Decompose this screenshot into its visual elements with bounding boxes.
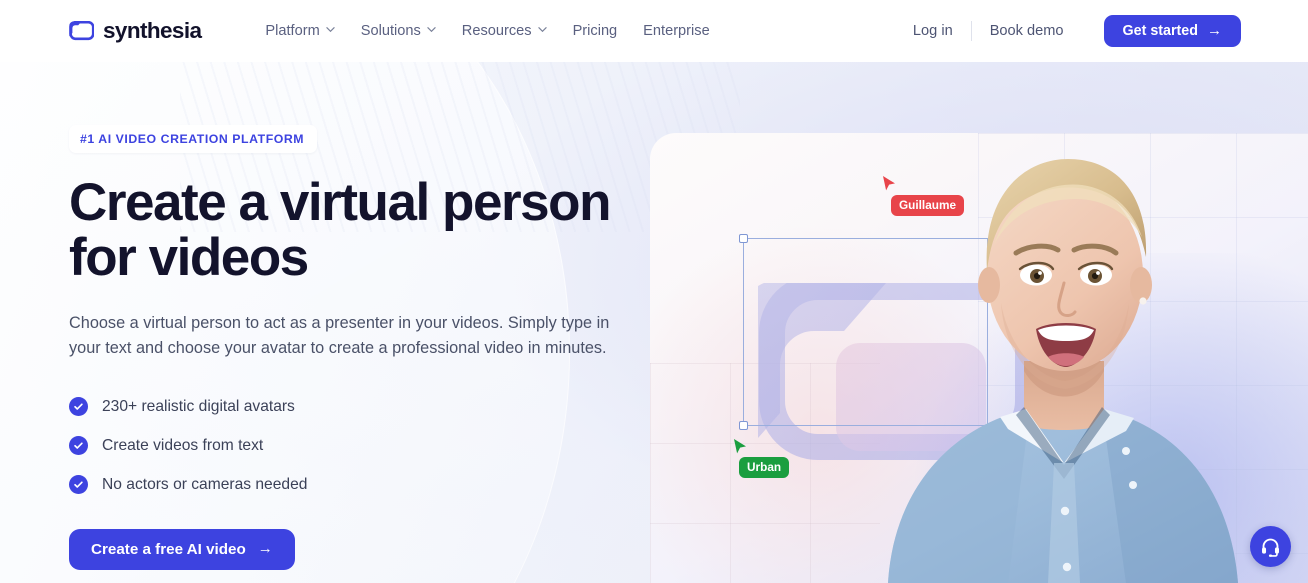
get-started-button[interactable]: Get started →: [1103, 15, 1241, 47]
nav-label: Enterprise: [643, 23, 710, 39]
list-item-label: Create videos from text: [102, 436, 264, 454]
synthesia-logo-mark-icon: [69, 21, 94, 41]
list-item: Create videos from text: [69, 426, 649, 465]
logo-wordmark: synthesia: [103, 18, 202, 43]
nav-item-pricing[interactable]: Pricing: [573, 23, 618, 39]
nav-label: Resources: [461, 23, 532, 39]
header-actions: Log in Book demo Get started →: [895, 15, 1241, 47]
selection-handle-bottom-left[interactable]: [739, 421, 748, 430]
cta-label: Create a free AI video: [91, 541, 246, 558]
collaborator-label-urban: Urban: [739, 457, 790, 478]
headset-icon: [1262, 538, 1279, 557]
login-link[interactable]: Log in: [895, 23, 971, 39]
selection-handle-top-left[interactable]: [739, 234, 748, 243]
nav-label: Pricing: [572, 23, 618, 39]
hero-feature-list: 230+ realistic digital avatars Create vi…: [69, 387, 649, 504]
nav-item-enterprise[interactable]: Enterprise: [643, 23, 710, 39]
hero-subcopy: Choose a virtual person to act as a pres…: [69, 314, 610, 357]
support-chat-button[interactable]: [1250, 526, 1291, 567]
get-started-label: Get started: [1122, 23, 1198, 39]
landing-page: synthesia Platform Solutions Resources P…: [0, 0, 1308, 583]
nav-item-resources[interactable]: Resources: [462, 23, 547, 39]
create-free-ai-video-button[interactable]: Create a free AI video →: [69, 529, 295, 570]
nav-label: Platform: [265, 23, 320, 39]
check-circle-icon: [69, 436, 88, 455]
nav-label: Solutions: [360, 23, 421, 39]
chevron-down-icon: [326, 25, 335, 34]
book-demo-link[interactable]: Book demo: [972, 23, 1082, 39]
hero-section: #1 AI VIDEO CREATION PLATFORM Create a v…: [0, 62, 1308, 583]
list-item-label: 230+ realistic digital avatars: [102, 397, 295, 415]
arrow-right-icon: →: [257, 540, 273, 557]
list-item: 230+ realistic digital avatars: [69, 387, 649, 426]
hero-media-card: Guillaume Urban: [650, 133, 1308, 583]
chevron-down-icon: [537, 25, 547, 34]
arrow-right-icon: →: [1207, 21, 1222, 39]
nav-item-platform[interactable]: Platform: [265, 23, 335, 39]
chevron-down-icon: [427, 25, 436, 34]
nav-item-solutions[interactable]: Solutions: [361, 23, 436, 39]
page-title: Create a virtual person for videos: [69, 175, 649, 285]
headline-line-2: for videos: [69, 228, 309, 287]
logo[interactable]: synthesia: [69, 18, 202, 44]
headline-line-1: Create a virtual person: [69, 173, 611, 232]
check-circle-icon: [69, 475, 88, 494]
check-circle-icon: [69, 397, 88, 416]
hero-copy: #1 AI VIDEO CREATION PLATFORM Create a v…: [69, 125, 649, 570]
list-item-label: No actors or cameras needed: [102, 475, 308, 493]
hero-eyebrow-badge: #1 AI VIDEO CREATION PLATFORM: [69, 125, 318, 153]
list-item: No actors or cameras needed: [69, 465, 649, 504]
site-header: synthesia Platform Solutions Resources P…: [0, 0, 1308, 62]
collaborator-label-guillaume: Guillaume: [891, 195, 965, 216]
main-nav: Platform Solutions Resources Pricing Ent…: [265, 23, 709, 39]
